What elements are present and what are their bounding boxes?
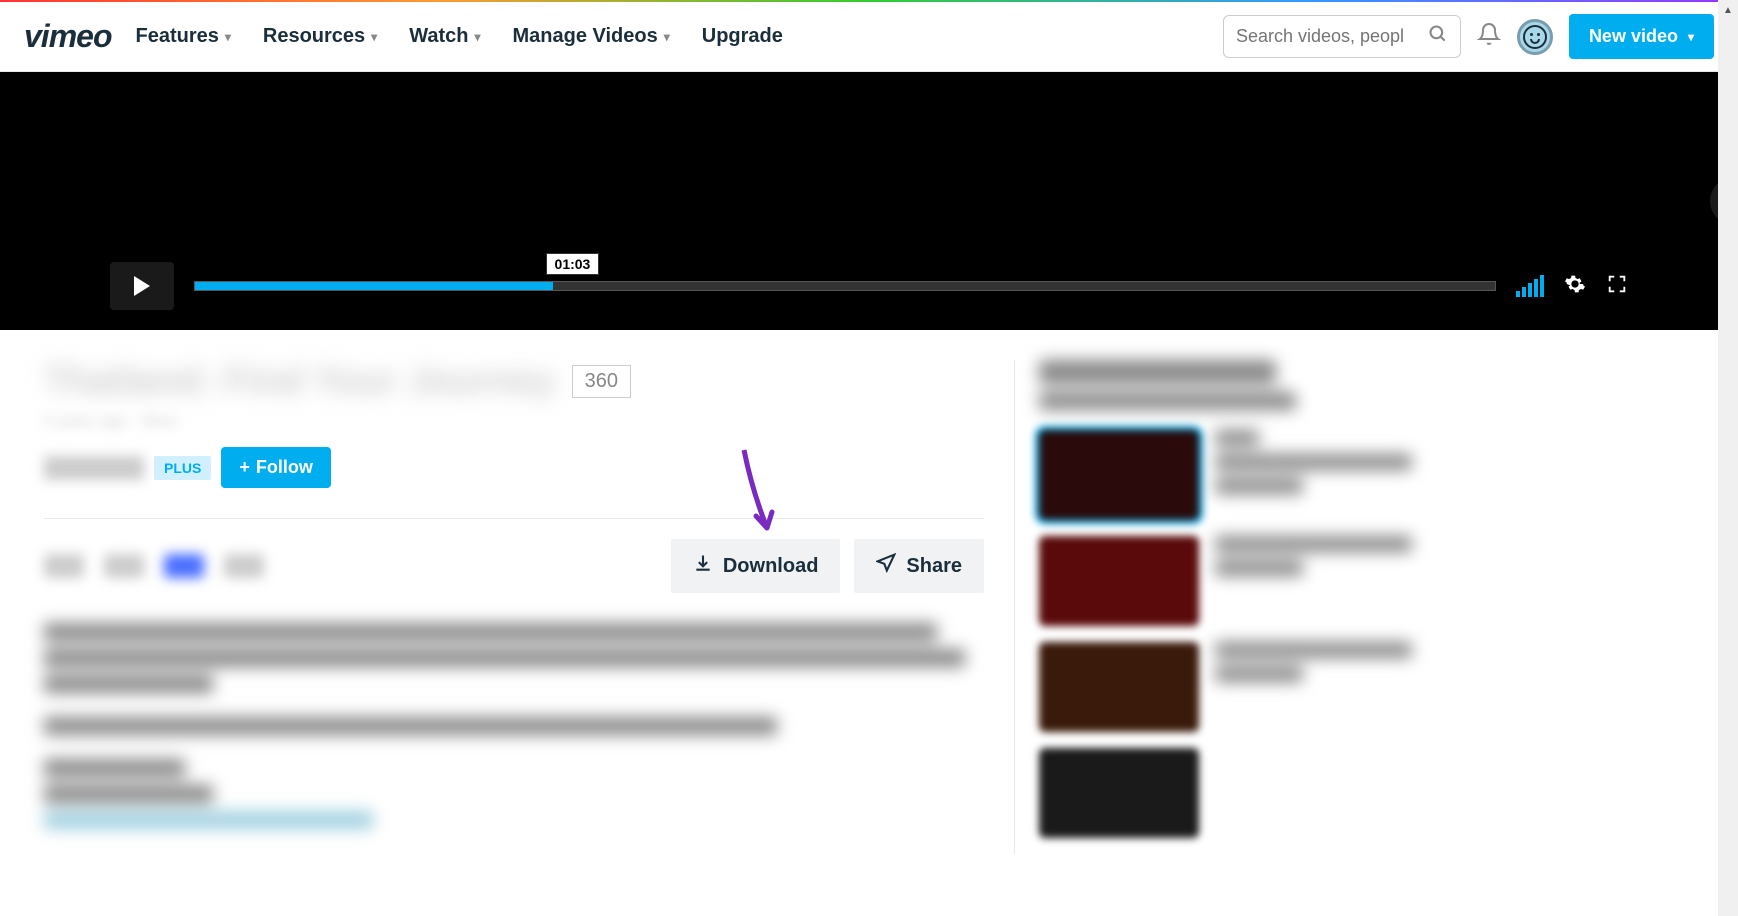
share-icon: [876, 553, 896, 579]
related-thumbnail[interactable]: [1039, 642, 1199, 732]
new-video-label: New video: [1589, 26, 1678, 47]
action-buttons: Download Share: [671, 539, 984, 593]
nav-manage-videos[interactable]: Manage Videos ▾: [513, 25, 670, 48]
download-label: Download: [723, 555, 819, 578]
search-icon[interactable]: [1428, 24, 1448, 49]
video-description: [44, 623, 984, 829]
scrollbar[interactable]: ▲: [1718, 0, 1738, 916]
related-item[interactable]: [1039, 430, 1434, 520]
follow-button[interactable]: + Follow: [221, 447, 331, 488]
nav-resources[interactable]: Resources ▾: [263, 25, 377, 48]
plus-icon: +: [239, 457, 250, 478]
play-button[interactable]: [110, 262, 174, 310]
chevron-down-icon: ▾: [225, 30, 231, 44]
progress-fill: [195, 282, 553, 290]
video-stats: [44, 554, 264, 578]
time-tooltip: 01:03: [546, 253, 600, 275]
chevron-down-icon: ▾: [1688, 30, 1694, 44]
main-header: vimeo Features ▾ Resources ▾ Watch ▾ Man…: [0, 2, 1738, 72]
related-thumbnail[interactable]: [1039, 536, 1199, 626]
volume-control[interactable]: [1516, 275, 1544, 297]
nav-features[interactable]: Features ▾: [135, 25, 230, 48]
new-video-button[interactable]: New video ▾: [1569, 14, 1714, 59]
progress-bar[interactable]: [194, 281, 1496, 291]
download-icon: [693, 553, 713, 579]
related-thumbnail[interactable]: [1039, 748, 1199, 838]
share-label: Share: [906, 555, 962, 578]
nav-watch[interactable]: Watch ▾: [409, 25, 480, 48]
video-title: Thailand: Find Your Journey: [44, 360, 556, 403]
user-avatar[interactable]: [1517, 19, 1553, 55]
search-box[interactable]: [1223, 15, 1461, 58]
nav-upgrade[interactable]: Upgrade: [702, 25, 783, 48]
related-item[interactable]: [1039, 642, 1434, 732]
video-player[interactable]: 01:03: [0, 72, 1738, 330]
badge-360: 360: [572, 365, 631, 398]
fullscreen-icon[interactable]: [1606, 273, 1628, 300]
related-thumbnail[interactable]: [1039, 430, 1199, 520]
nav-manage-label: Manage Videos: [513, 25, 658, 48]
chevron-down-icon: ▾: [474, 30, 480, 44]
share-button[interactable]: Share: [854, 539, 984, 593]
follow-label: Follow: [256, 457, 313, 478]
sidebar-column: [1014, 360, 1434, 854]
related-item[interactable]: [1039, 536, 1434, 626]
play-icon: [134, 276, 150, 296]
chevron-down-icon: ▾: [371, 30, 377, 44]
nav-resources-label: Resources: [263, 25, 365, 48]
divider: [44, 518, 984, 519]
author-row: PLUS + Follow: [44, 447, 984, 488]
main-nav: Features ▾ Resources ▾ Watch ▾ Manage Vi…: [135, 25, 1222, 48]
sidebar-header: [1039, 360, 1434, 410]
content-area: Thailand: Find Your Journey 360 6 years …: [0, 330, 1738, 884]
search-input[interactable]: [1236, 26, 1428, 47]
title-row: Thailand: Find Your Journey 360: [44, 360, 984, 403]
main-column: Thailand: Find Your Journey 360 6 years …: [44, 360, 984, 854]
related-item[interactable]: [1039, 748, 1434, 838]
notifications-icon[interactable]: [1477, 22, 1501, 51]
vimeo-logo[interactable]: vimeo: [24, 18, 111, 55]
actions-row: Download Share: [44, 539, 984, 593]
video-meta: 6 years ago · More: [44, 413, 984, 431]
avatar-face-icon: [1523, 25, 1547, 49]
plus-badge: PLUS: [154, 456, 211, 480]
author-name[interactable]: [44, 456, 144, 480]
nav-upgrade-label: Upgrade: [702, 25, 783, 48]
download-button[interactable]: Download: [671, 539, 841, 593]
nav-watch-label: Watch: [409, 25, 468, 48]
settings-icon[interactable]: [1564, 273, 1586, 300]
chevron-down-icon: ▾: [664, 30, 670, 44]
nav-features-label: Features: [135, 25, 218, 48]
scroll-up-icon[interactable]: ▲: [1718, 0, 1738, 20]
progress-wrap: 01:03: [194, 281, 1496, 291]
player-controls: 01:03: [0, 262, 1738, 310]
